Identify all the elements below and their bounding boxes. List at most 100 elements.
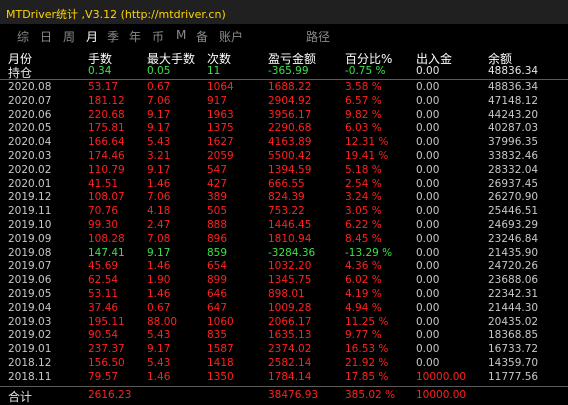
table-row[interactable]: 2019.02 90.54 5.43 835 1635.13 9.77 % 0.00 1836…	[0, 329, 568, 342]
table-row[interactable]: 2019.01 237.37 9.17 1587 2374.02 16.53 % 0.00 1…	[0, 343, 568, 356]
row-pnl: 1688.22	[268, 81, 312, 93]
row-max-lots: 1.90	[147, 274, 171, 287]
row-percent: 6.03 %	[345, 122, 382, 135]
table-row[interactable]: 2019.05 53.11 1.46 646 898.01 4.19 % 0.00 22342…	[0, 288, 568, 301]
row-deposit: 0.00	[416, 122, 440, 135]
row-max-lots: 5.43	[147, 136, 171, 149]
tab-notes[interactable]: 备	[196, 28, 208, 45]
row-balance: 16733.72	[488, 343, 539, 356]
row-deposit: 0.00	[416, 357, 440, 369]
tab-account[interactable]: 账户	[219, 28, 243, 45]
row-month: 2019.04	[8, 301, 52, 314]
row-percent: -13.29 %	[345, 246, 393, 259]
holding-max-lots: 0.05	[147, 65, 171, 77]
row-month: 2019.03	[8, 315, 52, 328]
row-balance: 22342.31	[488, 288, 539, 300]
row-count: 547	[207, 163, 228, 176]
table-row[interactable]: 2018.12 156.50 5.43 1418 2582.14 21.92 % 0.00 1…	[0, 357, 568, 370]
row-percent: 11.25 %	[345, 315, 389, 328]
row-balance: 24693.29	[488, 219, 539, 231]
tab-month[interactable]: 月	[86, 28, 98, 45]
tab-summary[interactable]: 综	[17, 28, 29, 45]
row-count: 654	[207, 260, 228, 273]
row-pnl: 2290.68	[268, 122, 312, 135]
row-lots: 90.54	[88, 329, 119, 342]
table-row[interactable]: 2019.04 37.46 0.67 647 1009.28 4.94 % 0.00 2144…	[0, 302, 568, 315]
row-count: 1587	[207, 343, 234, 356]
table-row[interactable]: 2019.06 62.54 1.90 899 1345.75 6.02 % 0.00 2368…	[0, 274, 568, 287]
row-count: 646	[207, 288, 228, 300]
total-deposit: 10000.00	[416, 389, 467, 401]
tab-currency[interactable]: 币	[152, 28, 164, 45]
row-lots: 166.64	[88, 136, 125, 149]
table-row[interactable]: 2020.01 41.51 1.46 427 666.55 2.54 % 0.00 26937…	[0, 178, 568, 191]
row-count: 1963	[207, 108, 234, 121]
total-percent: 385.02 %	[345, 389, 396, 401]
row-balance: 11777.56	[488, 370, 539, 383]
row-month: 2019.02	[8, 329, 52, 342]
table-row[interactable]: 2019.12 108.07 7.06 389 824.39 3.24 % 0.00 2627…	[0, 191, 568, 204]
table-row[interactable]: 2019.07 45.69 1.46 654 1032.20 4.36 % 0.00 2472…	[0, 260, 568, 273]
row-deposit: 0.00	[416, 177, 440, 190]
row-max-lots: 2.47	[147, 219, 171, 231]
tab-m[interactable]: M	[176, 28, 186, 42]
separator	[0, 79, 568, 80]
row-balance: 48836.34	[488, 81, 539, 93]
table-row[interactable]: 2018.11 79.57 1.46 1350 1784.14 17.85 % 10000.…	[0, 371, 568, 384]
table-row[interactable]: 2019.08 147.41 9.17 859 -3284.36 -13.29 % 0.00…	[0, 247, 568, 260]
row-month: 2018.11	[8, 370, 52, 383]
row-deposit: 0.00	[416, 94, 440, 107]
table-row[interactable]: 2019.10 99.30 2.47 888 1446.45 6.22 % 0.00 2469…	[0, 219, 568, 232]
row-pnl: 2582.14	[268, 357, 312, 369]
row-count: 1060	[207, 315, 234, 328]
row-deposit: 10000.00	[416, 370, 467, 383]
row-balance: 40287.03	[488, 122, 539, 135]
tab-week[interactable]: 周	[63, 28, 75, 45]
row-percent: 5.18 %	[345, 163, 382, 176]
row-max-lots: 7.08	[147, 232, 171, 245]
row-balance: 28332.04	[488, 163, 539, 176]
row-month: 2020.08	[8, 81, 52, 93]
tab-day[interactable]: 日	[40, 28, 52, 45]
table-row[interactable]: 2020.07 181.12 7.06 917 2904.92 6.57 % 0.00 471…	[0, 95, 568, 108]
holding-row[interactable]: 持仓 0.34 0.05 11 -365.99 -0.75 % 0.00 488…	[0, 65, 568, 80]
row-deposit: 0.00	[416, 191, 440, 204]
table-row[interactable]: 2019.03 195.11 88.00 1060 2066.17 11.25 % 0.00…	[0, 316, 568, 329]
row-month: 2020.04	[8, 136, 52, 149]
table-row[interactable]: 2020.06 220.68 9.17 1963 3956.17 9.82 % 0.00 44…	[0, 109, 568, 122]
row-percent: 4.36 %	[345, 260, 382, 273]
row-deposit: 0.00	[416, 150, 440, 162]
row-percent: 6.57 %	[345, 94, 382, 107]
row-month: 2020.03	[8, 150, 52, 162]
row-balance: 44243.20	[488, 108, 539, 121]
row-deposit: 0.00	[416, 274, 440, 287]
row-count: 888	[207, 219, 228, 231]
row-percent: 9.77 %	[345, 329, 382, 342]
row-pnl: 2904.92	[268, 94, 312, 107]
table-row[interactable]: 2020.08 53.17 0.67 1064 1688.22 3.58 % 0.00 488…	[0, 81, 568, 94]
row-count: 647	[207, 301, 228, 314]
table-row[interactable]: 2020.04 166.64 5.43 1627 4163.89 12.31 % 0.00 3…	[0, 136, 568, 149]
row-pnl: 1394.59	[268, 163, 312, 176]
row-count: 899	[207, 274, 228, 287]
table-row[interactable]: 2020.05 175.81 9.17 1375 2290.68 6.03 % 0.00 40…	[0, 122, 568, 135]
row-pnl: 1810.94	[268, 232, 312, 245]
row-balance: 24720.26	[488, 260, 539, 273]
table-row[interactable]: 2019.11 70.76 4.18 505 753.22 3.05 % 0.00 25446…	[0, 205, 568, 218]
row-deposit: 0.00	[416, 108, 440, 121]
row-month: 2019.10	[8, 219, 52, 231]
row-balance: 47148.12	[488, 94, 539, 107]
tab-year[interactable]: 年	[129, 28, 141, 45]
row-lots: 70.76	[88, 205, 119, 218]
table-row[interactable]: 2020.02 110.79 9.17 547 1394.59 5.18 % 0.00 283…	[0, 164, 568, 177]
row-percent: 9.82 %	[345, 108, 382, 121]
row-pnl: -3284.36	[268, 246, 316, 259]
row-max-lots: 1.46	[147, 370, 171, 383]
table-row[interactable]: 2019.09 108.28 7.08 896 1810.94 8.45 % 0.00 232…	[0, 233, 568, 246]
table-row[interactable]: 2020.03 174.46 3.21 2059 5500.42 19.41 % 0.00 3…	[0, 150, 568, 163]
row-max-lots: 7.06	[147, 191, 171, 204]
row-lots: 37.46	[88, 301, 119, 314]
row-lots: 62.54	[88, 274, 119, 287]
tab-quarter[interactable]: 季	[107, 28, 119, 45]
tab-path[interactable]: 路径	[306, 28, 330, 45]
